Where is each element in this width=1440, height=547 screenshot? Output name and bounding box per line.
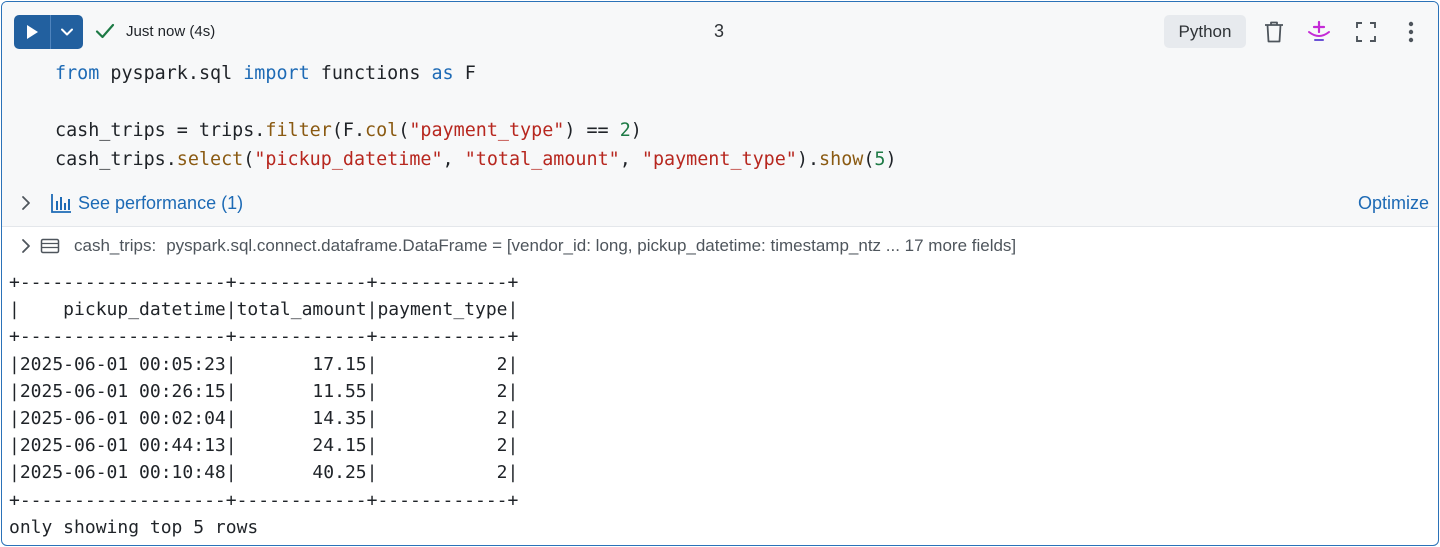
variable-name: cash_trips: bbox=[74, 236, 157, 255]
fullscreen-button[interactable] bbox=[1353, 19, 1379, 45]
code-line: from pyspark.sql import functions as F bbox=[55, 63, 476, 84]
assistant-sparkle-icon bbox=[1308, 20, 1330, 41]
more-vertical-icon bbox=[1408, 21, 1414, 43]
table-icon bbox=[40, 238, 60, 254]
more-options-button[interactable] bbox=[1398, 19, 1424, 45]
expand-icon bbox=[1356, 22, 1376, 42]
dataframe-schema: cash_trips: pyspark.sql.connect.dataframe… bbox=[74, 236, 1016, 256]
cell-output: +-------------------+------------+------… bbox=[9, 272, 519, 538]
cell-number: 3 bbox=[714, 21, 725, 41]
chevron-right-icon[interactable] bbox=[20, 195, 32, 211]
notebook-cell: Just now (4s) 3 Python from pyspark.sql … bbox=[1, 1, 1439, 546]
play-icon bbox=[27, 25, 38, 39]
optimize-link[interactable]: Optimize bbox=[1358, 193, 1429, 214]
run-options-button[interactable] bbox=[51, 15, 83, 49]
chevron-down-icon bbox=[61, 28, 73, 36]
code-line: cash_trips = trips.filter(F.col("payment… bbox=[55, 120, 642, 141]
run-cell-button[interactable] bbox=[14, 15, 50, 49]
check-icon bbox=[95, 23, 115, 39]
trash-icon bbox=[1265, 21, 1283, 43]
run-button-group bbox=[14, 15, 83, 49]
assistant-button[interactable] bbox=[1306, 19, 1332, 45]
code-line: cash_trips.select("pickup_datetime", "to… bbox=[55, 148, 897, 170]
schema-text: pyspark.sql.connect.dataframe.DataFrame … bbox=[166, 236, 1017, 255]
run-status-text: Just now (4s) bbox=[126, 23, 216, 40]
bar-chart-icon bbox=[51, 194, 71, 213]
language-selector[interactable]: Python bbox=[1164, 15, 1246, 48]
code-editor[interactable]: from pyspark.sql import functions as F c… bbox=[55, 60, 897, 174]
see-performance-link[interactable]: See performance (1) bbox=[78, 193, 243, 214]
delete-cell-button[interactable] bbox=[1261, 19, 1287, 45]
cell-editor-area: Just now (4s) 3 Python from pyspark.sql … bbox=[2, 2, 1438, 227]
chevron-right-icon[interactable] bbox=[20, 238, 32, 254]
